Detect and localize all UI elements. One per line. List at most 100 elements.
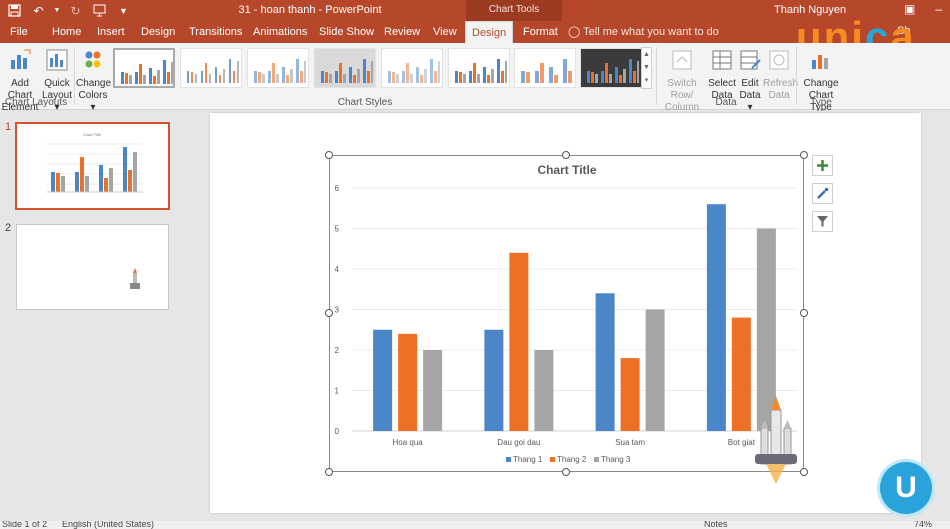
- select-data-button[interactable]: Select Data: [708, 45, 736, 102]
- chart-object[interactable]: Chart Title 0 1 2 3 4 5 6 Hoa qua Dau goi dau Sua …: [329, 155, 804, 472]
- group-label-type: Type: [810, 97, 832, 108]
- chart-style-8[interactable]: [580, 48, 642, 88]
- tab-view[interactable]: View: [427, 21, 463, 43]
- resize-handle-bottom-right[interactable]: [800, 468, 808, 476]
- tab-file[interactable]: File: [4, 21, 34, 43]
- chart-style-thumbnail: [121, 60, 174, 84]
- select-data-icon: [712, 50, 732, 70]
- y-tick-label: 1: [335, 387, 340, 396]
- chart-tools-context-label: Chart Tools: [466, 0, 562, 21]
- y-tick-label: 3: [335, 306, 340, 315]
- scroll-up-icon[interactable]: ▲: [642, 48, 651, 61]
- legend-swatch: [550, 457, 555, 462]
- chart-style-thumbnail: [521, 59, 572, 83]
- chart-style-thumbnail: [388, 59, 441, 83]
- tab-transitions[interactable]: Transitions: [183, 21, 248, 43]
- slide-thumbnail-1[interactable]: Chart Title: [15, 122, 170, 210]
- chart-filters-button[interactable]: [812, 211, 833, 232]
- bar-thang-2: [620, 358, 640, 431]
- minimize-icon[interactable]: –: [935, 2, 942, 16]
- resize-handle-bottom[interactable]: [562, 468, 570, 476]
- bar-thang-1: [706, 204, 726, 431]
- resize-handle-top-right[interactable]: [800, 151, 808, 159]
- lightbulb-icon: ◯: [568, 26, 581, 38]
- tab-review[interactable]: Review: [378, 21, 426, 43]
- group-separator: [74, 47, 75, 105]
- chart-style-6[interactable]: [448, 48, 510, 88]
- chart-style-7[interactable]: [514, 48, 576, 88]
- palette-icon: [85, 51, 101, 68]
- legend-label: Thang 3: [601, 455, 631, 464]
- chart-style-thumbnail: [254, 59, 307, 83]
- group-separator: [796, 47, 797, 105]
- resize-handle-bottom-left[interactable]: [325, 468, 333, 476]
- column-chart: Chart Title 0 1 2 3 4 5 6 Hoa qua Dau goi dau Sua …: [335, 163, 797, 464]
- y-tick-label: 4: [335, 265, 340, 274]
- bar-thang-1: [595, 293, 615, 431]
- slide-counter: Slide 1 of 2: [2, 521, 48, 529]
- tab-chart-format[interactable]: Format: [517, 21, 564, 43]
- y-tick-label: 2: [335, 346, 340, 355]
- gallery-scroll[interactable]: ▲ ▼ ▾: [641, 47, 652, 89]
- resize-handle-top-left[interactable]: [325, 151, 333, 159]
- quick-layout-icon: [46, 49, 68, 71]
- tab-home[interactable]: Home: [46, 21, 87, 43]
- chart-elements-button[interactable]: [812, 155, 833, 176]
- bar-thang-2: [509, 252, 529, 431]
- zoom-level[interactable]: 74%: [914, 521, 932, 529]
- tab-design[interactable]: Design: [135, 21, 181, 43]
- chart-style-2[interactable]: [180, 48, 242, 88]
- refresh-data-button[interactable]: Refresh Data: [763, 45, 798, 102]
- slide-thumbnail-2[interactable]: [16, 224, 169, 310]
- tab-chart-design[interactable]: Design: [465, 21, 513, 43]
- chart-style-thumbnail: [455, 59, 508, 83]
- category-label: Hoa qua: [393, 438, 424, 447]
- chart-style-thumbnail: [587, 59, 640, 83]
- category-label: Sua tam: [615, 438, 645, 447]
- chart-title: Chart Title: [537, 163, 596, 177]
- chart-style-5[interactable]: [381, 48, 443, 88]
- legend-swatch: [594, 457, 599, 462]
- svg-text:Chart Title: Chart Title: [83, 132, 102, 137]
- notes-button[interactable]: Notes: [704, 521, 728, 529]
- bar-thang-2: [398, 333, 418, 431]
- y-tick-label: 5: [335, 225, 340, 234]
- change-chart-type-icon: [812, 55, 828, 69]
- bar-thang-3: [534, 350, 554, 431]
- unica-badge-logo: U: [880, 462, 932, 514]
- filter-icon: [817, 216, 828, 227]
- resize-handle-right[interactable]: [800, 309, 808, 317]
- legend-label: Thang 2: [557, 455, 587, 464]
- tell-me-text: Tell me what you want to do: [583, 26, 719, 38]
- gallery-more-icon[interactable]: ▾: [642, 74, 651, 87]
- chart-style-1[interactable]: [113, 48, 175, 88]
- group-label-chart-styles: Chart Styles: [337, 97, 393, 108]
- chart-style-thumbnail: [187, 59, 239, 83]
- add-chart-element-icon: [11, 49, 31, 69]
- refresh-data-icon: [769, 50, 789, 70]
- status-bar: Slide 1 of 2 English (United States) Not…: [0, 521, 950, 529]
- rocket-icon: [755, 396, 797, 484]
- tab-animations[interactable]: Animations: [247, 21, 313, 43]
- tell-me-search[interactable]: ◯ Tell me what you want to do: [568, 25, 719, 38]
- bar-thang-3: [423, 350, 443, 431]
- tab-slide-show[interactable]: Slide Show: [313, 21, 380, 43]
- bar-thang-1: [373, 329, 393, 431]
- tab-insert[interactable]: Insert: [91, 21, 131, 43]
- category-label: Dau goi dau: [497, 438, 540, 447]
- slide-thumbnail-chart: Chart Title: [47, 132, 143, 193]
- edit-data-icon: [740, 50, 761, 70]
- legend-swatch: [506, 457, 511, 462]
- chart-style-4[interactable]: [314, 48, 376, 88]
- chart-styles-button[interactable]: [812, 183, 833, 204]
- resize-handle-top[interactable]: [562, 151, 570, 159]
- legend-label: Thang 1: [513, 455, 543, 464]
- language-indicator[interactable]: English (United States): [62, 521, 154, 529]
- resize-handle-left[interactable]: [325, 309, 333, 317]
- brush-icon: [817, 187, 829, 199]
- chart-style-3[interactable]: [247, 48, 309, 88]
- bar-thang-2: [731, 317, 751, 431]
- chart-style-thumbnail: [321, 59, 374, 83]
- plus-icon: [817, 160, 828, 171]
- scroll-down-icon[interactable]: ▼: [642, 61, 651, 74]
